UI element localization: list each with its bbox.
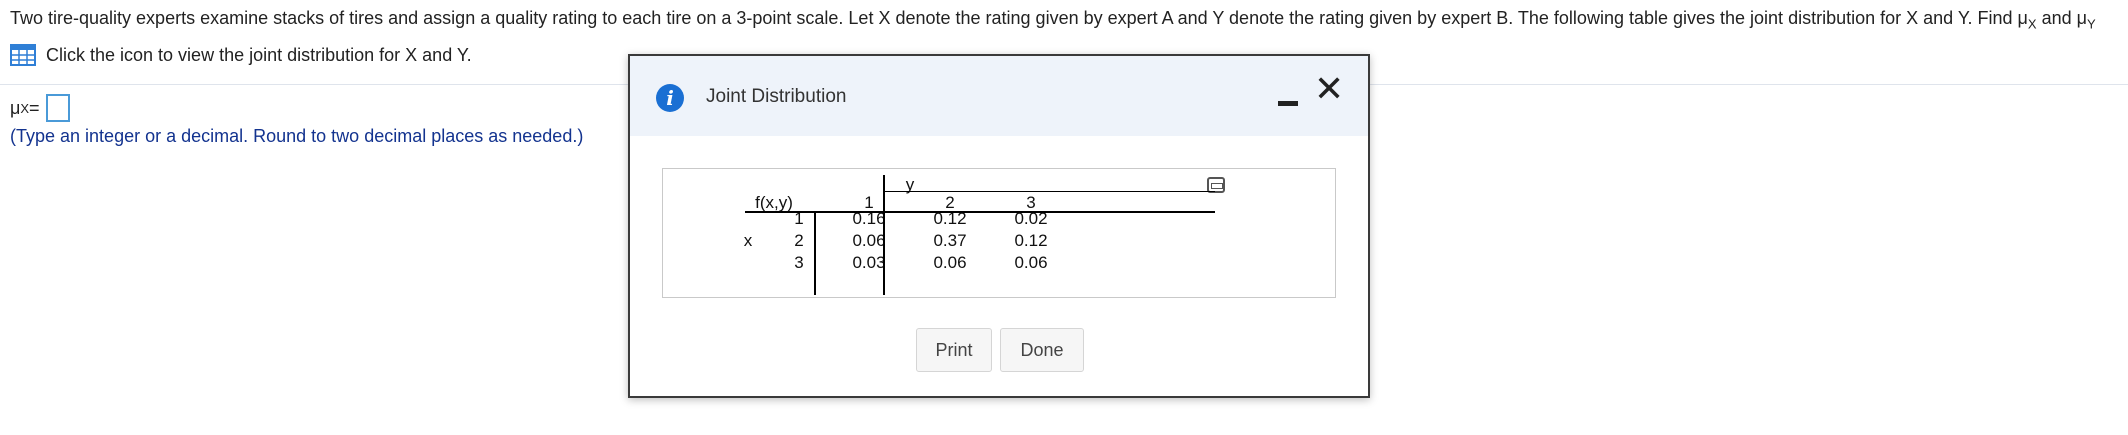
close-button[interactable]: ✕ (1314, 70, 1344, 110)
cell-2-3: 0.12 (1014, 231, 1048, 250)
cell-2-1: 0.06 (852, 231, 886, 250)
dialog-title: Joint Distribution (706, 86, 847, 107)
mu-subscript: X (20, 100, 30, 116)
answer-row: μX = (10, 94, 70, 122)
table-grid-icon[interactable] (10, 44, 36, 66)
info-icon: i (656, 84, 684, 112)
joint-distribution-dialog: i Joint Distribution ✕ y f(x,y) 1 2 3 x … (628, 54, 1370, 398)
answer-hint: (Type an integer or a decimal. Round to … (10, 126, 584, 146)
cell-3-1: 0.03 (852, 253, 886, 272)
equals-sign: = (29, 97, 40, 118)
print-button[interactable]: Print (916, 328, 992, 372)
dialog-header: i Joint Distribution ✕ (630, 56, 1368, 136)
y-header-rule (883, 191, 1215, 192)
cell-3-2: 0.06 (933, 253, 967, 272)
answer-input[interactable] (45, 94, 70, 122)
question-body: Two tire-quality experts examine stacks … (10, 8, 2028, 28)
col-variable-label: y (905, 175, 915, 194)
row-header-2: 2 (794, 231, 804, 250)
done-button[interactable]: Done (1000, 328, 1084, 372)
column-divider (883, 175, 885, 295)
cell-2-2: 0.37 (933, 231, 967, 250)
joint-distribution-table: y f(x,y) 1 2 3 x 1 2 3 0.16 0.12 0.02 0.… (662, 168, 1336, 298)
link-label[interactable]: Click the icon to view the joint distrib… (46, 45, 472, 66)
mu-y-subscript: Y (2087, 16, 2096, 32)
row-variable-label: x (743, 231, 753, 250)
row-header-divider (814, 213, 816, 295)
mu-symbol: μ (10, 97, 21, 118)
question-and: and μ (2036, 8, 2087, 28)
joint-distribution-link[interactable]: Click the icon to view the joint distrib… (10, 44, 472, 66)
row-header-3: 3 (794, 253, 804, 272)
cell-3-3: 0.06 (1014, 253, 1048, 272)
minimize-button[interactable] (1278, 92, 1300, 112)
question-text: Two tire-quality experts examine stacks … (10, 8, 2096, 32)
mu-x-subscript: X (2027, 16, 2037, 32)
